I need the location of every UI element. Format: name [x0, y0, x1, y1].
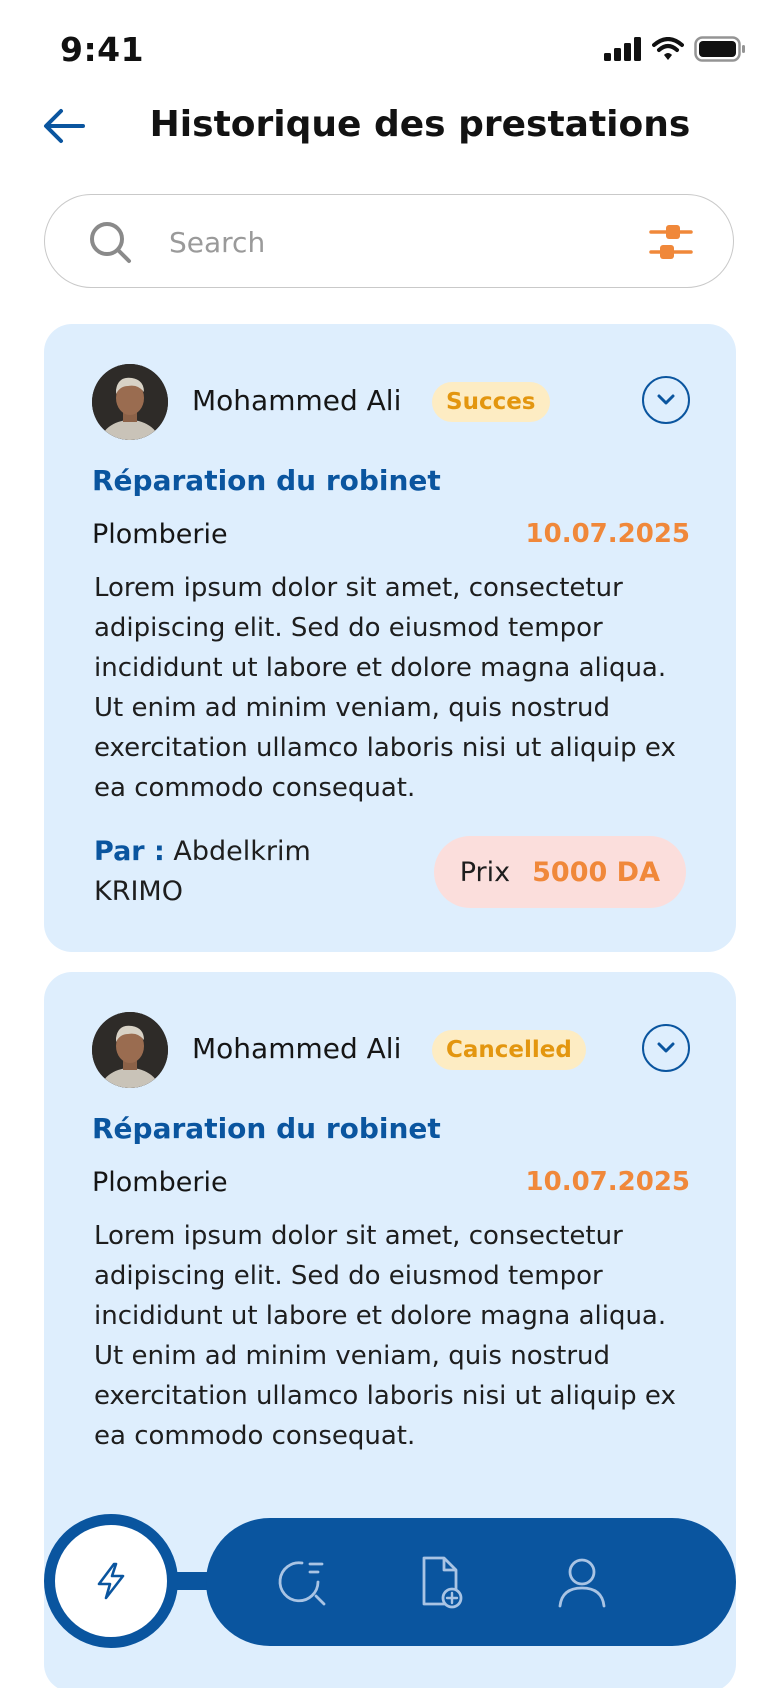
lightning-icon — [97, 1562, 125, 1600]
page-title: Historique des prestations — [149, 104, 691, 145]
signal-icon — [604, 37, 642, 65]
provider-name: Mohammed Ali — [192, 1032, 402, 1065]
wifi-icon — [652, 37, 684, 65]
service-title: Réparation du robinet — [92, 1112, 441, 1145]
nav-item-add-request[interactable] — [410, 1552, 470, 1612]
nav-item-history[interactable] — [272, 1552, 332, 1612]
service-date: 10.07.2025 — [525, 519, 690, 549]
search-input[interactable] — [167, 219, 611, 265]
chevron-down-icon — [657, 394, 675, 405]
service-description: Lorem ipsum dolor sit amet, consectetur … — [94, 1221, 676, 1451]
price-value: 5000 DA — [532, 856, 660, 888]
service-category: Plomberie — [92, 519, 228, 550]
bottom-nav — [206, 1518, 736, 1646]
service-title: Réparation du robinet — [92, 464, 441, 497]
status-bar: 9:41 — [0, 0, 780, 90]
search-history-icon — [278, 1561, 326, 1606]
status-time: 9:41 — [60, 30, 145, 69]
filter-button[interactable] — [649, 221, 693, 263]
avatar — [92, 364, 168, 440]
nav-item-profile[interactable] — [552, 1552, 612, 1612]
search-icon — [89, 221, 133, 269]
battery-icon — [694, 36, 746, 66]
performed-by: Par : Abdelkrim KRIMO — [94, 832, 394, 912]
service-description: Lorem ipsum dolor sit amet, consectetur … — [94, 573, 676, 803]
status-icons — [604, 36, 746, 66]
expand-button[interactable] — [642, 376, 690, 424]
performed-by-label: Par : — [94, 836, 165, 867]
price-pill: Prix 5000 DA — [433, 836, 686, 908]
user-icon — [558, 1558, 606, 1608]
expand-button[interactable] — [642, 1024, 690, 1072]
search-bar — [44, 194, 734, 288]
history-card[interactable]: Mohammed Ali Succes Réparation du robine… — [44, 324, 736, 952]
chevron-down-icon — [657, 1042, 675, 1053]
provider-name: Mohammed Ali — [192, 384, 402, 417]
screen: 9:41 Historique des prestations Search M… — [0, 0, 780, 1688]
avatar — [92, 1012, 168, 1088]
price-label: Prix — [459, 856, 511, 888]
service-category: Plomberie — [92, 1167, 228, 1198]
service-date: 10.07.2025 — [525, 1167, 690, 1197]
filter-sliders-icon — [649, 225, 693, 259]
status-badge: Cancelled — [432, 1030, 586, 1070]
status-badge: Succes — [432, 382, 550, 422]
add-document-icon — [422, 1556, 463, 1609]
nav-item-services[interactable] — [44, 1514, 178, 1648]
